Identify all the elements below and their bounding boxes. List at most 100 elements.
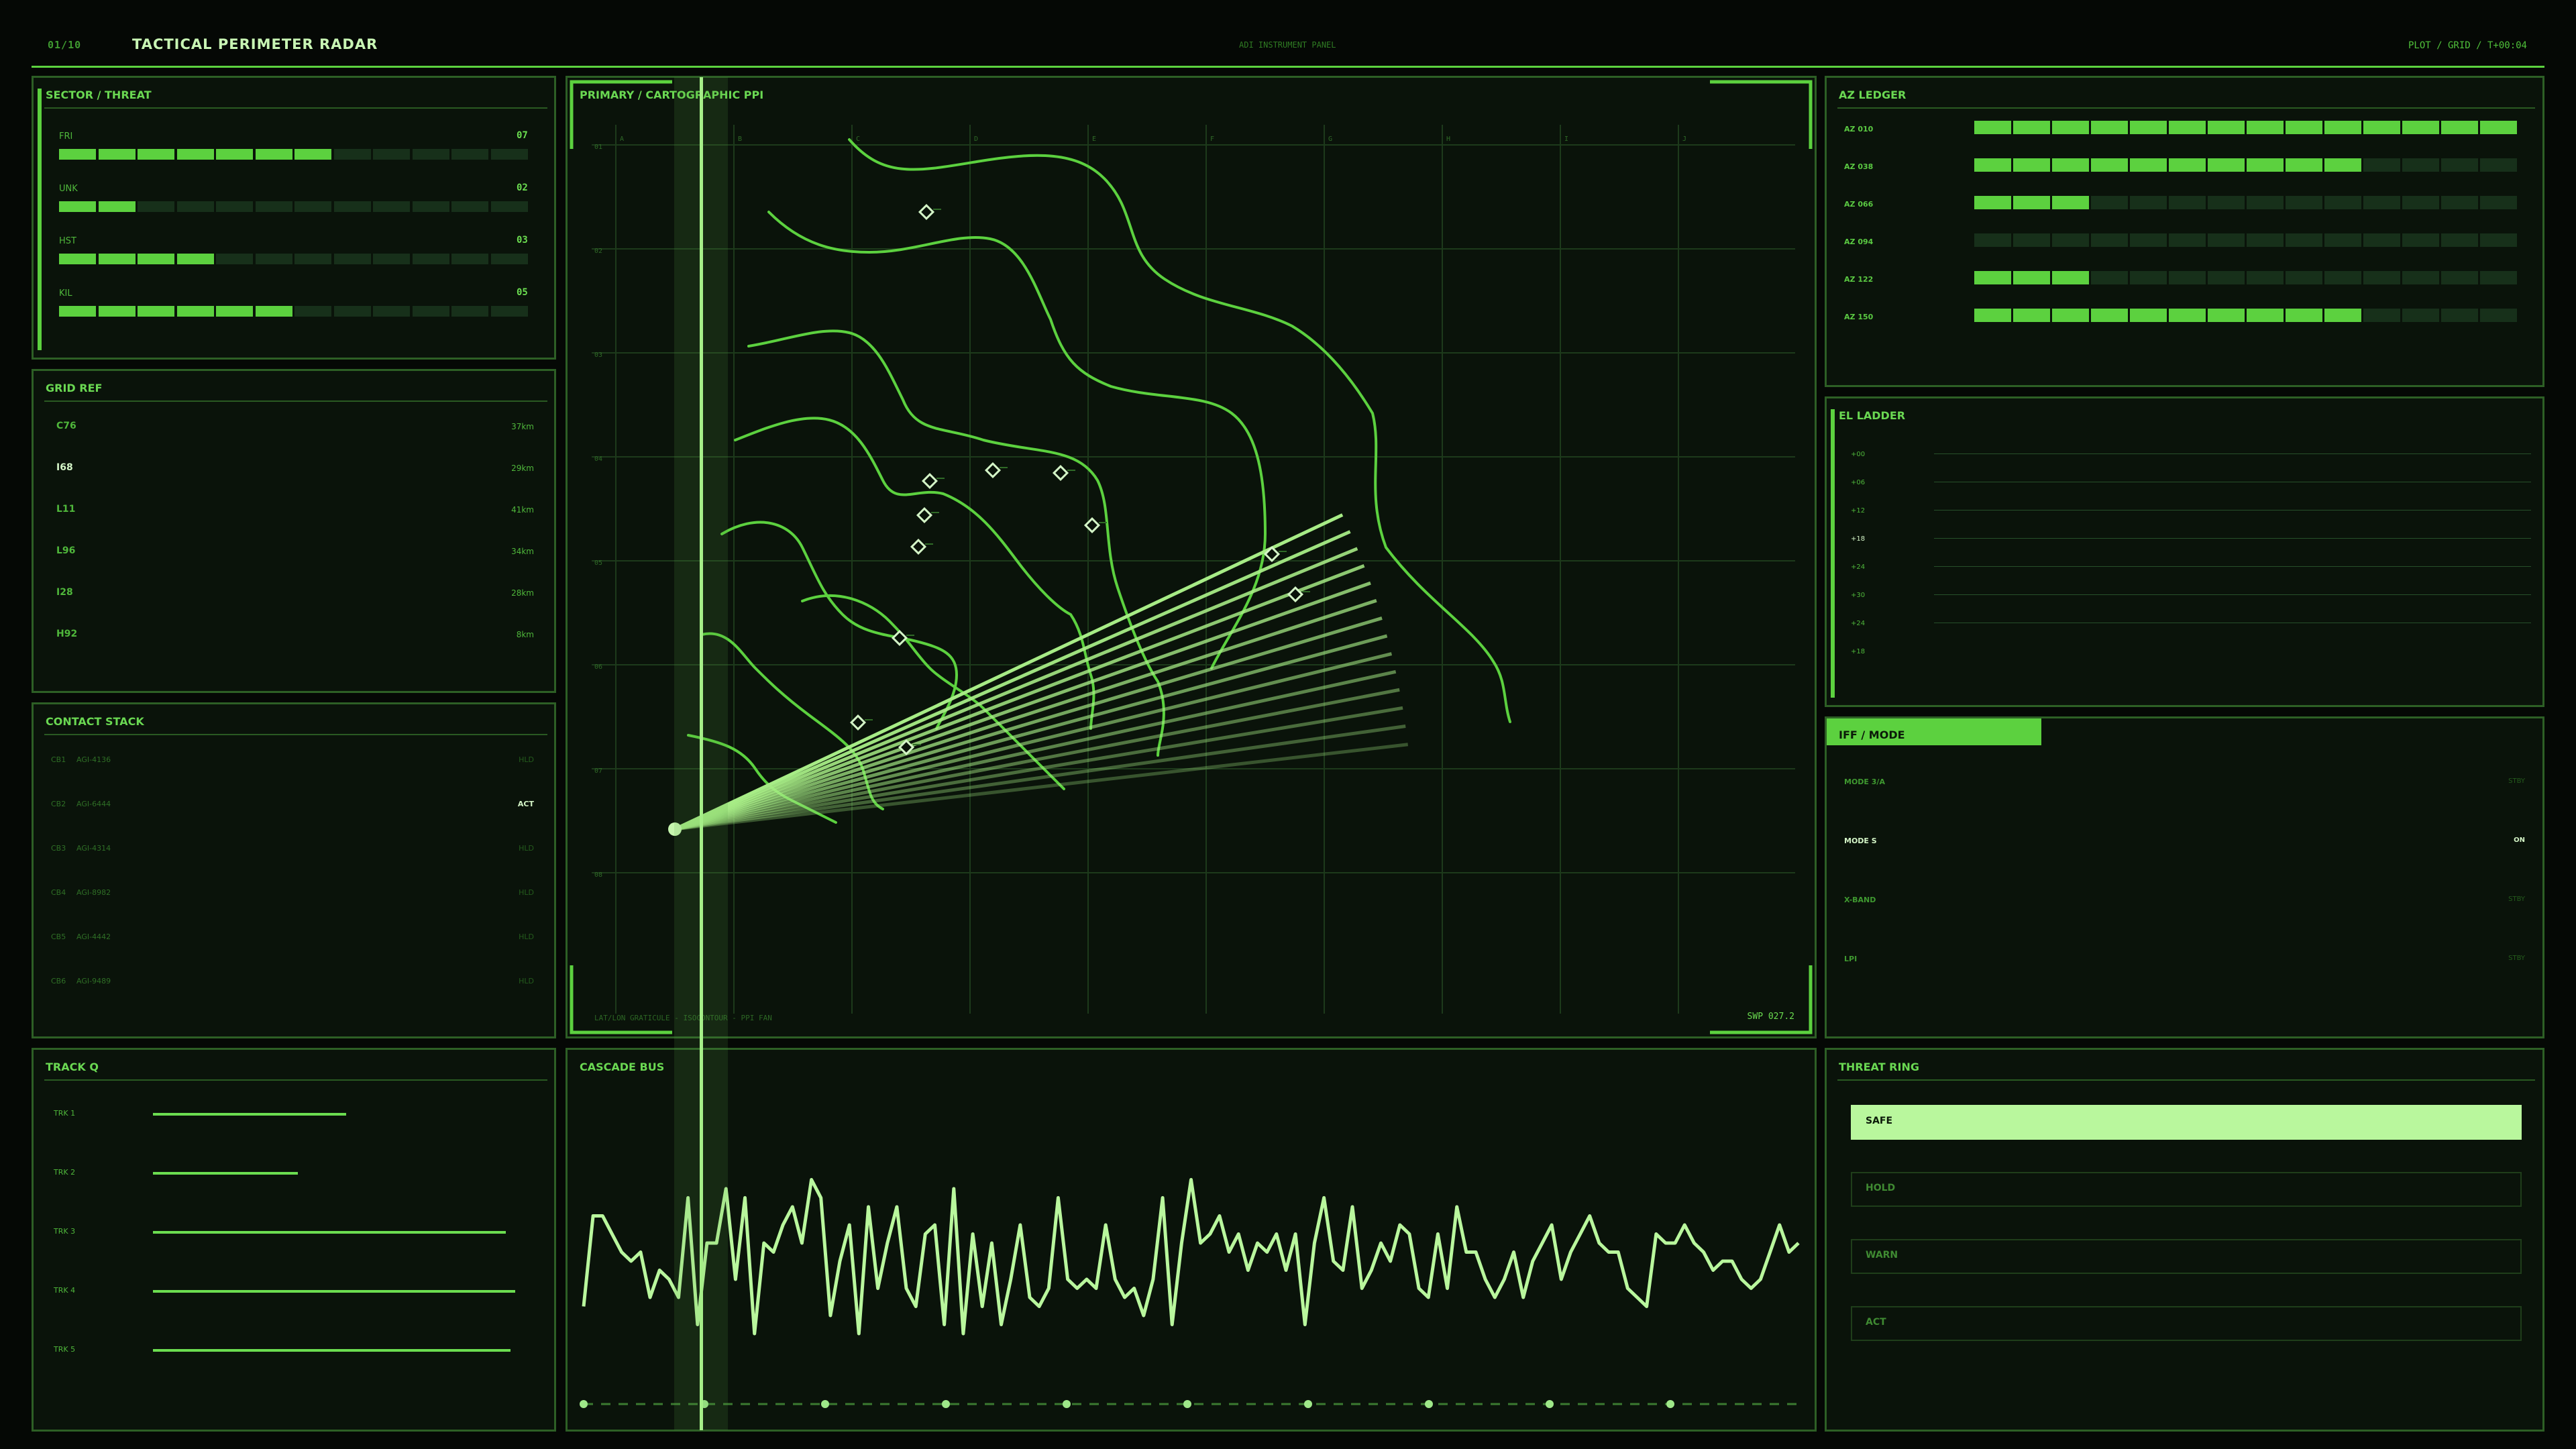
contact-id[interactable]: CB6 [51,977,66,985]
segment-cell [1974,158,2011,172]
segment-cell [2363,196,2400,209]
ladder-rule [1934,594,2531,595]
track-label: TRK 5 [54,1345,76,1354]
threat-row: UNK 02 [34,182,557,231]
contact-marker [984,462,1002,479]
track-label: TRK 3 [54,1227,76,1236]
segment-cell [2052,196,2089,209]
grid-row-label: 02 [594,248,602,255]
segment-cell [2091,121,2128,134]
grid-distance: 29km [511,464,534,473]
segment-cell [2441,309,2478,322]
contact-id[interactable]: CB2 [51,800,66,808]
track-q-panel: TRACK Q TRK 1 TRK 2 TRK 3 TRK 4 TRK 5 [32,1048,556,1432]
elevation-tick: +00 [1851,451,1866,458]
segment-cell [2208,158,2245,172]
bus-node [1666,1400,1674,1408]
contact-id[interactable]: CB4 [51,888,66,897]
grid-code[interactable]: L11 [56,504,75,515]
segment-cell [2247,233,2284,247]
grid-code[interactable]: H92 [56,629,77,639]
iff-mode-label[interactable]: X-BAND [1844,896,1876,904]
contact-status: HLD [519,844,534,853]
threat-level-act[interactable]: ACT [1851,1306,2522,1341]
segment-cell [2324,196,2361,209]
segment-cell [451,149,488,160]
grid-code[interactable]: L96 [56,545,75,556]
segment-cell [412,254,449,264]
segment-cell [412,201,449,212]
threat-level-warn[interactable]: WARN [1851,1239,2522,1274]
grid-code[interactable]: C76 [56,421,76,431]
track-quality-bar [153,1113,346,1116]
grid-ref-panel: GRID REF C76 37km I68 29km L11 41km L96 34km I28… [32,369,556,693]
az-label: AZ 010 [1844,125,1874,133]
contact-id[interactable]: CB5 [51,932,66,941]
segment-cell [2130,271,2167,284]
iff-mode-label[interactable]: LPI [1844,955,1857,963]
contact-id[interactable]: CB1 [51,755,66,764]
bus-node [821,1400,829,1408]
threat-ring-panel: THREAT RING SAFE HOLD WARN ACT [1825,1048,2544,1432]
segment-cell [255,306,292,317]
segment-cell [373,254,410,264]
grid-distance: 37km [511,422,534,431]
segment-cell [294,254,331,264]
elevation-tick: +24 [1851,620,1866,627]
corner-bracket [570,965,672,1034]
segment-cell [2441,121,2478,134]
segment-cell [2169,196,2206,209]
segment-cell [2402,196,2439,209]
mode-readout: PLOT / GRID / T+00:04 [2408,40,2527,51]
elevation-tick: +12 [1851,507,1866,515]
segment-cell [2402,271,2439,284]
segment-cell [2324,309,2361,322]
threat-count: 02 [517,182,528,193]
az-label: AZ 150 [1844,313,1874,321]
segment-cell [2363,233,2400,247]
contact-status: HLD [519,755,534,764]
iff-mode-label[interactable]: MODE 3/A [1844,777,1885,786]
grid-col-label: I [1564,136,1568,143]
segment-cell [2247,309,2284,322]
contact-code: AGI-6444 [76,800,111,808]
az-ledger-panel: AZ LEDGER AZ 010 AZ 038 AZ 066 AZ 094 AZ 122… [1825,76,2544,387]
segment-cell [2169,233,2206,247]
segment-cell [255,201,292,212]
segment-cell [333,306,371,317]
segment-cell [2247,196,2284,209]
threat-row: FRI 07 [34,130,557,178]
panel-title: THREAT RING [1839,1061,1919,1073]
segment-cell [412,306,449,317]
grid-col-label: A [620,136,624,143]
segment-cell [2402,158,2439,172]
threat-level-hold[interactable]: HOLD [1851,1172,2522,1207]
grid-code[interactable]: I68 [56,462,73,473]
contact-marker [910,538,927,555]
grid-col-label: D [974,136,978,143]
contact-id[interactable]: CB3 [51,844,66,853]
scan-cursor-line[interactable] [700,77,703,1430]
grid-code[interactable]: I28 [56,587,73,598]
iff-mode-label[interactable]: MODE S [1844,837,1877,845]
contact-code: AGI-4136 [76,755,111,764]
threat-level-safe[interactable]: SAFE [1851,1105,2522,1140]
segment-cell [2247,158,2284,172]
sweep-ray [674,530,1351,831]
grid-distance: 28km [511,588,534,598]
segment-cell [1974,196,2011,209]
sweep-ray [674,581,1371,831]
segment-cell [2169,121,2206,134]
az-label: AZ 038 [1844,162,1874,171]
track-label: TRK 4 [54,1286,76,1295]
ppi-canvas[interactable]: A B C D E F G H I J 01 02 03 04 05 06 07 08 [568,78,1815,1036]
segment-cell [2130,158,2167,172]
elevation-tick: +06 [1851,479,1866,486]
segment-cell [98,306,136,317]
grid-col-label: B [738,136,742,143]
grid-col-label: E [1092,136,1096,143]
az-label: AZ 122 [1844,275,1874,284]
segment-cell [2480,196,2517,209]
contact-code: AGI-9489 [76,977,111,985]
contact-marker [921,472,938,490]
